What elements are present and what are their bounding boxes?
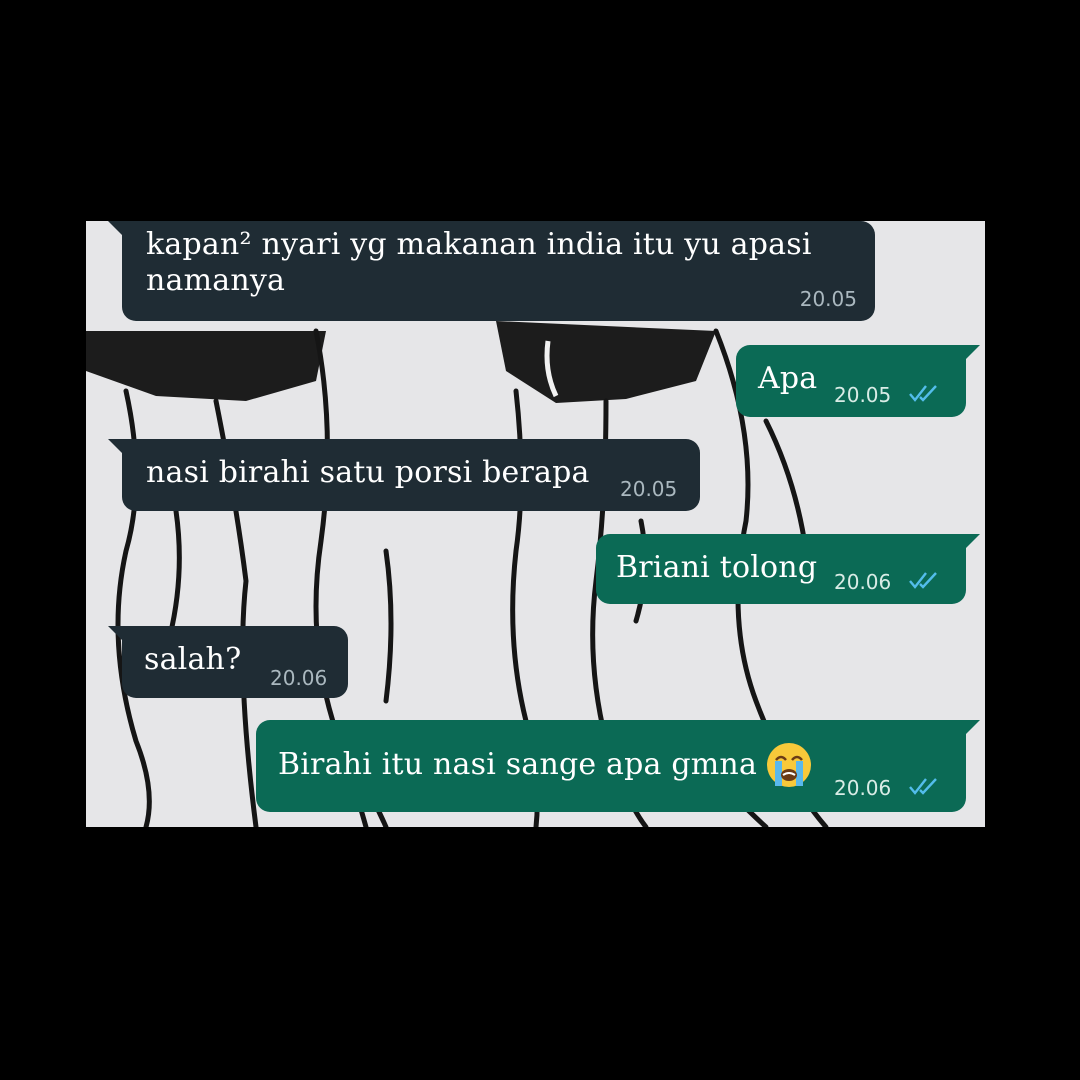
message-time: 20.06 — [834, 776, 892, 800]
message-text: salah? — [144, 642, 242, 677]
message-text: nasi birahi satu porsi berapa — [146, 455, 590, 490]
message-text: kapan² nyari yg makanan india itu yu apa… — [146, 227, 812, 298]
message-bubble-outgoing[interactable]: Briani tolong 20.06 — [596, 534, 980, 604]
read-double-check-icon — [909, 778, 937, 795]
message-time: 20.06 — [834, 570, 892, 594]
message-time: 20.06 — [270, 666, 328, 690]
loudly-crying-face-icon — [767, 743, 811, 787]
message-time: 20.05 — [799, 287, 857, 311]
message-bubble-incoming[interactable]: kapan² nyari yg makanan india itu yu apa… — [108, 221, 875, 321]
message-bubble-outgoing[interactable]: Birahi itu nasi sange apa gmna 20.06 — [256, 720, 980, 812]
message-bubble-incoming[interactable]: nasi birahi satu porsi berapa 20.05 — [108, 439, 700, 511]
chat-panel: kapan² nyari yg makanan india itu yu apa… — [86, 221, 985, 827]
read-double-check-icon — [909, 572, 937, 589]
message-bubble-incoming[interactable]: salah? 20.06 — [108, 626, 348, 698]
message-text: Briani tolong — [616, 550, 818, 585]
read-double-check-icon — [909, 385, 937, 402]
message-time: 20.05 — [620, 477, 678, 501]
message-text: Birahi itu nasi sange apa gmna — [278, 747, 758, 782]
message-bubble-outgoing[interactable]: Apa 20.05 — [736, 345, 980, 417]
message-text: Apa — [758, 361, 818, 396]
message-time: 20.05 — [834, 383, 892, 407]
